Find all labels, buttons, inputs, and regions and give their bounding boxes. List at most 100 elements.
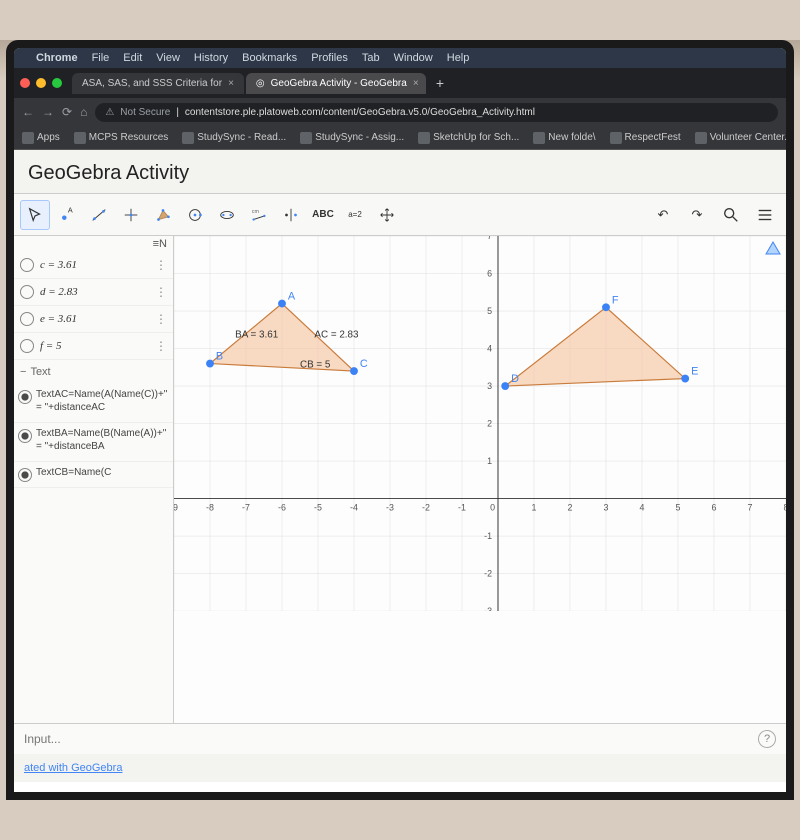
forward-icon[interactable]: →	[42, 105, 54, 119]
svg-text:3: 3	[487, 381, 492, 391]
visibility-toggle[interactable]	[20, 285, 34, 299]
ellipse-tool[interactable]	[212, 200, 242, 230]
point-tool[interactable]: A	[52, 200, 82, 230]
svg-text:1: 1	[487, 456, 492, 466]
reflect-tool[interactable]	[276, 200, 306, 230]
new-tab-button[interactable]: +	[428, 75, 452, 91]
address-field[interactable]: ⚠ Not Secure | contentstore.ple.platoweb…	[95, 103, 778, 122]
svg-text:-2: -2	[484, 569, 492, 579]
menu-view[interactable]: View	[156, 52, 180, 64]
kebab-icon[interactable]: ⋮	[155, 258, 167, 272]
menu-chrome[interactable]: Chrome	[36, 52, 78, 64]
input-bar: ?	[14, 723, 786, 754]
svg-text:5: 5	[676, 502, 681, 512]
visibility-toggle[interactable]	[18, 390, 32, 404]
menu-file[interactable]: File	[92, 52, 110, 64]
reload-icon[interactable]: ⟳	[62, 105, 72, 119]
visibility-toggle[interactable]	[18, 429, 32, 443]
line-tool[interactable]	[84, 200, 114, 230]
browser-tab[interactable]: ◎GeoGebra Activity - GeoGebra×	[246, 73, 426, 94]
menu-help[interactable]: Help	[447, 52, 470, 64]
kebab-icon[interactable]: ⋮	[155, 285, 167, 299]
move-view-tool[interactable]	[372, 200, 402, 230]
svg-text:A: A	[288, 291, 296, 303]
svg-text:8: 8	[784, 502, 786, 512]
svg-text:0: 0	[490, 502, 495, 512]
bookmark-item[interactable]: Volunteer Center...	[695, 132, 786, 144]
svg-text:C: C	[360, 358, 368, 370]
geogebra-credit-link[interactable]: ated with GeoGebra	[14, 754, 786, 782]
close-tab-icon[interactable]: ×	[228, 78, 234, 89]
text-object[interactable]: TextCB=Name(C	[14, 462, 173, 488]
menu-edit[interactable]: Edit	[123, 52, 142, 64]
svg-text:-6: -6	[278, 502, 286, 512]
graphics-view[interactable]: -9-8-7-6-5-4-3-2-112345678-3-2-112345670…	[174, 236, 786, 723]
angle-tool[interactable]: cm	[244, 200, 274, 230]
visibility-toggle[interactable]	[20, 258, 34, 272]
pointer-tool[interactable]	[20, 200, 50, 230]
style-bar-icon[interactable]	[762, 238, 784, 260]
algebra-item[interactable]: d = 2.83⋮	[14, 279, 173, 306]
menu-icon[interactable]	[750, 200, 780, 230]
macos-menubar: Chrome File Edit View History Bookmarks Profil…	[14, 48, 786, 68]
svg-text:3: 3	[604, 502, 609, 512]
slider-tool[interactable]: a=2	[340, 200, 370, 230]
svg-text:4: 4	[640, 502, 645, 512]
browser-tabs: ASA, SAS, and SSS Criteria for×◎GeoGebra…	[14, 68, 786, 98]
svg-text:-3: -3	[484, 606, 492, 611]
kebab-icon[interactable]: ⋮	[155, 312, 167, 326]
svg-text:6: 6	[487, 268, 492, 278]
menu-tab[interactable]: Tab	[362, 52, 380, 64]
redo-button[interactable]: ↷	[682, 200, 712, 230]
help-icon[interactable]: ?	[758, 730, 776, 748]
text-tool[interactable]: ABC	[308, 200, 338, 230]
kebab-icon[interactable]: ⋮	[155, 339, 167, 353]
svg-text:1: 1	[532, 502, 537, 512]
svg-text:-5: -5	[314, 502, 322, 512]
search-icon[interactable]	[716, 200, 746, 230]
svg-text:A: A	[68, 206, 73, 214]
command-input[interactable]	[24, 732, 758, 746]
menu-window[interactable]: Window	[394, 52, 433, 64]
sort-toggle[interactable]: ≡N	[14, 236, 173, 252]
undo-button[interactable]: ↶	[648, 200, 678, 230]
bookmark-item[interactable]: RespectFest	[610, 132, 681, 144]
visibility-toggle[interactable]	[20, 339, 34, 353]
text-section[interactable]: − Text	[14, 360, 173, 384]
geogebra-toolbar: A cm ABC a=2 ↶ ↷	[14, 194, 786, 236]
svg-text:-3: -3	[386, 502, 394, 512]
bookmarks-bar: Apps MCPS Resources StudySync - Read... St…	[14, 126, 786, 150]
browser-tab[interactable]: ASA, SAS, and SSS Criteria for×	[72, 73, 244, 94]
bookmark-item[interactable]: New folde\	[533, 132, 595, 144]
algebra-item[interactable]: f = 5⋮	[14, 333, 173, 360]
visibility-toggle[interactable]	[20, 312, 34, 326]
algebra-item[interactable]: c = 3.61⋮	[14, 252, 173, 279]
bookmark-item[interactable]: SketchUp for Sch...	[418, 132, 519, 144]
visibility-toggle[interactable]	[18, 468, 32, 482]
text-object[interactable]: TextBA=Name(B(Name(A))+" = "+distanceBA	[14, 423, 173, 462]
algebra-item[interactable]: e = 3.61⋮	[14, 306, 173, 333]
bookmark-item[interactable]: StudySync - Assig...	[300, 132, 404, 144]
close-tab-icon[interactable]: ×	[413, 78, 419, 89]
window-controls[interactable]	[20, 78, 62, 88]
menu-bookmarks[interactable]: Bookmarks	[242, 52, 297, 64]
algebra-view: ≡N c = 3.61⋮d = 2.83⋮e = 3.61⋮f = 5⋮ − T…	[14, 236, 174, 723]
menu-history[interactable]: History	[194, 52, 228, 64]
svg-text:E: E	[691, 366, 698, 378]
svg-text:B: B	[216, 351, 223, 363]
warning-icon: ⚠	[105, 107, 114, 118]
svg-text:-1: -1	[458, 502, 466, 512]
bookmark-item[interactable]: StudySync - Read...	[182, 132, 286, 144]
polygon-tool[interactable]	[148, 200, 178, 230]
apps-shortcut[interactable]: Apps	[22, 132, 60, 144]
svg-text:6: 6	[712, 502, 717, 512]
circle-tool[interactable]	[180, 200, 210, 230]
svg-text:2: 2	[568, 502, 573, 512]
perpendicular-tool[interactable]	[116, 200, 146, 230]
back-icon[interactable]: ←	[22, 105, 34, 119]
svg-text:cm: cm	[252, 209, 260, 215]
home-icon[interactable]: ⌂	[80, 105, 87, 119]
text-object[interactable]: TextAC=Name(A(Name(C))+" = "+distanceAC	[14, 384, 173, 423]
menu-profiles[interactable]: Profiles	[311, 52, 348, 64]
bookmark-item[interactable]: MCPS Resources	[74, 132, 168, 144]
